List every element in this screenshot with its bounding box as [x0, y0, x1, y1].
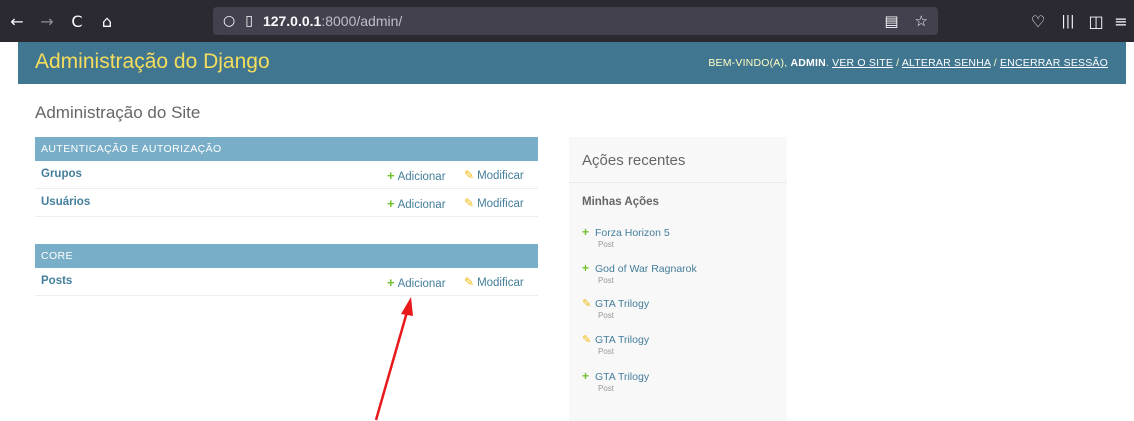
- arrow-head: [401, 297, 413, 316]
- arrow-shaft: [374, 311, 409, 421]
- annotation-arrow: [374, 297, 413, 421]
